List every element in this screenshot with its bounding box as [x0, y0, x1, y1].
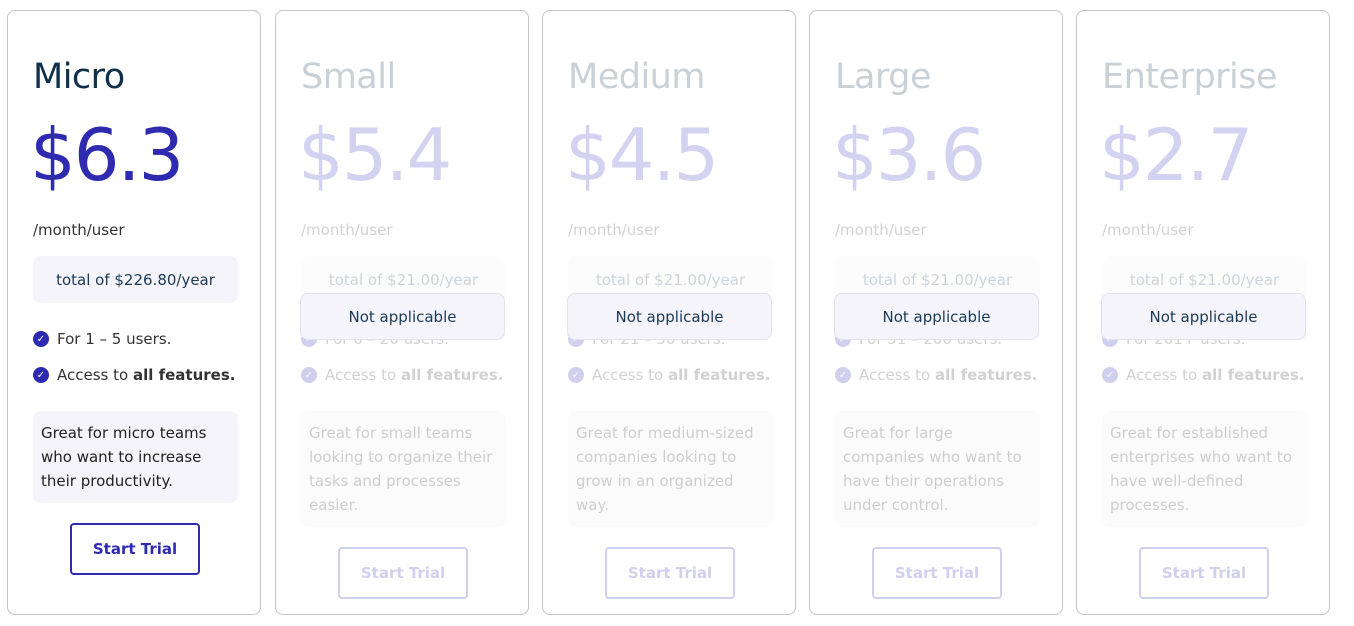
- check-circle-icon: ✓: [33, 367, 49, 383]
- check-circle-icon: ✓: [33, 331, 49, 347]
- check-circle-icon: ✓: [1102, 367, 1118, 383]
- check-circle-icon: ✓: [568, 367, 584, 383]
- price-period: /month/user: [835, 221, 927, 239]
- check-circle-icon: ✓: [301, 367, 317, 383]
- feature-users: ✓ For 1 – 5 users.: [33, 330, 171, 348]
- price-period: /month/user: [301, 221, 393, 239]
- feature-access: ✓ Access to all features.: [835, 366, 1037, 384]
- plan-description: Great for small teams looking to organiz…: [301, 411, 506, 527]
- not-applicable-badge: Not applicable: [300, 293, 505, 340]
- plan-price: $4.5: [565, 113, 719, 197]
- plan-card-micro: Micro $6.3 /month/user total of $226.80/…: [7, 10, 261, 615]
- plan-description: Great for large companies who want to ha…: [835, 411, 1040, 527]
- feature-bold-text: all features.: [1201, 366, 1305, 384]
- price-period: /month/user: [33, 221, 125, 239]
- start-trial-button[interactable]: Start Trial: [872, 547, 1002, 599]
- plan-card-medium: Medium $4.5 /month/user total of $21.00/…: [542, 10, 796, 615]
- not-applicable-badge: Not applicable: [567, 293, 772, 340]
- feature-text: Access to: [859, 366, 935, 384]
- plan-card-enterprise: Enterprise $2.7 /month/user total of $21…: [1076, 10, 1330, 615]
- feature-text: Access to: [1126, 366, 1202, 384]
- start-trial-button[interactable]: Start Trial: [338, 547, 468, 599]
- plan-price: $6.3: [30, 113, 184, 197]
- feature-bold-text: all features.: [667, 366, 771, 384]
- plan-price: $5.4: [298, 113, 452, 197]
- feature-access: ✓ Access to all features.: [1102, 366, 1304, 384]
- feature-text: Access to: [592, 366, 668, 384]
- feature-text: Access to: [325, 366, 401, 384]
- feature-access: ✓ Access to all features.: [568, 366, 770, 384]
- feature-access: ✓ Access to all features.: [33, 366, 235, 384]
- plan-description: Great for medium-sized companies looking…: [568, 411, 773, 527]
- start-trial-button[interactable]: Start Trial: [70, 523, 200, 575]
- plan-description: Great for micro teams who want to increa…: [33, 411, 238, 503]
- feature-bold-text: all features.: [934, 366, 1038, 384]
- not-applicable-badge: Not applicable: [1101, 293, 1306, 340]
- feature-text: For 1 – 5 users.: [57, 330, 172, 348]
- not-applicable-badge: Not applicable: [834, 293, 1039, 340]
- start-trial-button[interactable]: Start Trial: [1139, 547, 1269, 599]
- check-circle-icon: ✓: [835, 367, 851, 383]
- feature-bold-text: all features.: [400, 366, 504, 384]
- price-period: /month/user: [568, 221, 660, 239]
- plan-name: Small: [301, 57, 396, 97]
- feature-text: Access to: [57, 366, 133, 384]
- plan-name: Micro: [33, 57, 125, 97]
- start-trial-button[interactable]: Start Trial: [605, 547, 735, 599]
- yearly-total: total of $226.80/year: [33, 256, 238, 303]
- feature-bold-text: all features.: [132, 366, 236, 384]
- plan-description: Great for established enterprises who wa…: [1102, 411, 1307, 527]
- plan-name: Large: [835, 57, 931, 97]
- price-period: /month/user: [1102, 221, 1194, 239]
- plan-price: $3.6: [832, 113, 986, 197]
- plan-name: Enterprise: [1102, 57, 1278, 97]
- plan-price: $2.7: [1099, 113, 1253, 197]
- plan-card-small: Small $5.4 /month/user total of $21.00/y…: [275, 10, 529, 615]
- plan-card-large: Large $3.6 /month/user total of $21.00/y…: [809, 10, 1063, 615]
- feature-access: ✓ Access to all features.: [301, 366, 503, 384]
- plan-name: Medium: [568, 57, 705, 97]
